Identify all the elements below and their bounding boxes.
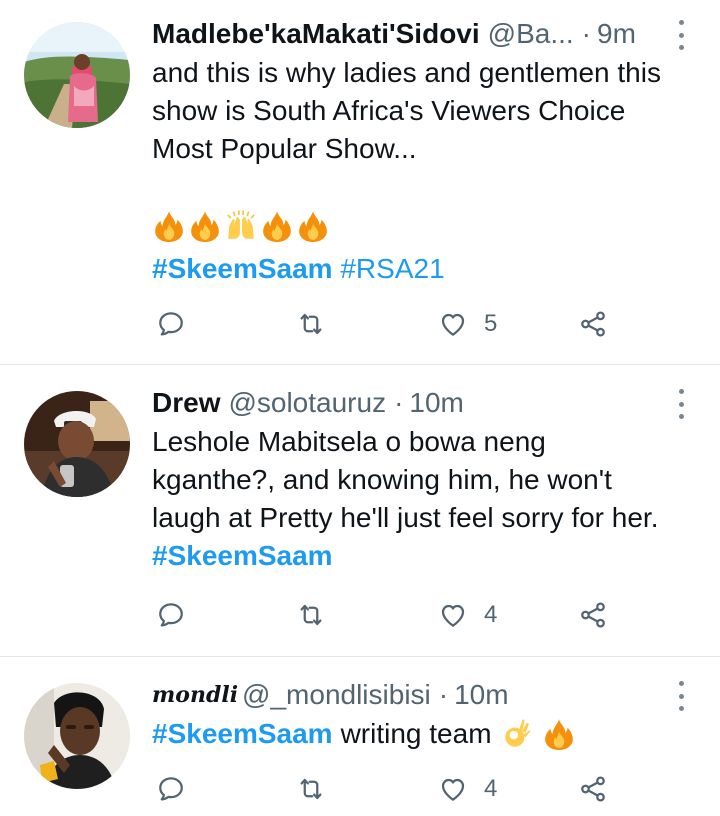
retweet-icon bbox=[296, 600, 326, 630]
reply-button[interactable] bbox=[156, 769, 186, 809]
like-icon bbox=[438, 309, 468, 339]
reply-icon bbox=[156, 774, 186, 804]
tweet-text-line: Most Popular Show... bbox=[152, 133, 417, 164]
separator-dot: · bbox=[394, 387, 404, 418]
ok-hand-emoji bbox=[500, 717, 534, 751]
retweet-button[interactable] bbox=[296, 595, 326, 635]
avatar-photo bbox=[24, 22, 130, 128]
retweet-icon bbox=[296, 309, 326, 339]
display-name[interactable]: Madlebe'kaMakati'Sidovi bbox=[152, 14, 480, 54]
timestamp[interactable]: 10m bbox=[454, 675, 508, 715]
timestamp[interactable]: 9m bbox=[597, 14, 636, 54]
tweet-actions: 4 bbox=[152, 769, 620, 809]
handle[interactable]: @_mondlisibisi bbox=[242, 675, 431, 715]
more-icon[interactable] bbox=[676, 681, 686, 711]
avatar-photo bbox=[24, 391, 130, 497]
share-button[interactable] bbox=[578, 304, 608, 344]
fire-emoji bbox=[188, 209, 222, 243]
display-name[interactable]: Drew bbox=[152, 383, 220, 423]
separator-dot: · bbox=[581, 18, 591, 49]
like-button[interactable]: 4 bbox=[438, 769, 497, 809]
reply-icon bbox=[156, 309, 186, 339]
tweet-text-line: Leshole Mabitsela o bowa neng bbox=[152, 426, 546, 457]
tweet-text-line: laugh at Pretty he'll just feel sorry fo… bbox=[152, 502, 659, 533]
share-button[interactable] bbox=[578, 769, 608, 809]
avatar[interactable] bbox=[24, 391, 130, 497]
tweet[interactable]: mondli @_mondlisibisi · 10m #SkeemSaam w… bbox=[0, 657, 720, 816]
fire-emoji bbox=[296, 209, 330, 243]
raising-hands-emoji bbox=[224, 209, 258, 243]
timestamp[interactable]: 10m bbox=[409, 383, 463, 423]
like-count: 5 bbox=[484, 310, 498, 337]
tweet-actions: 5 bbox=[152, 304, 620, 344]
like-button[interactable]: 4 bbox=[438, 595, 497, 635]
tweet-text: and this is why ladies and gentlemen thi… bbox=[152, 54, 712, 168]
like-count: 4 bbox=[484, 601, 498, 628]
hashtag-link[interactable]: #RSA21 bbox=[340, 253, 444, 284]
fire-emoji bbox=[152, 209, 186, 243]
like-button[interactable]: 5 bbox=[438, 304, 497, 344]
tweet-text-line: writing team bbox=[340, 718, 492, 749]
tweet-header: Madlebe'kaMakati'Sidovi @Ba... · 9m bbox=[152, 14, 660, 54]
reply-button[interactable] bbox=[156, 595, 186, 635]
retweet-icon bbox=[296, 774, 326, 804]
tweet-text-line: and this is why ladies and gentlemen thi… bbox=[152, 57, 661, 88]
hashtag-link[interactable]: #SkeemSaam bbox=[152, 715, 333, 753]
reply-button[interactable] bbox=[156, 304, 186, 344]
tweet-text-line: kganthe?, and knowing him, he won't bbox=[152, 464, 612, 495]
avatar[interactable] bbox=[24, 683, 130, 789]
tweet[interactable]: Madlebe'kaMakati'Sidovi @Ba... · 9m and … bbox=[0, 0, 720, 362]
retweet-button[interactable] bbox=[296, 304, 326, 344]
hashtag-link[interactable]: #SkeemSaam bbox=[152, 253, 333, 284]
like-icon bbox=[438, 600, 468, 630]
display-name[interactable]: mondli bbox=[152, 675, 238, 715]
share-icon bbox=[578, 600, 608, 630]
tweet[interactable]: Drew @solotauruz · 10m Leshole Mabitsela… bbox=[0, 365, 720, 655]
reply-icon bbox=[156, 600, 186, 630]
tweet-header: mondli @_mondlisibisi · 10m bbox=[152, 675, 660, 715]
share-icon bbox=[578, 309, 608, 339]
like-icon bbox=[438, 774, 468, 804]
share-icon bbox=[578, 774, 608, 804]
like-count: 4 bbox=[484, 775, 498, 802]
hashtags: #SkeemSaam #RSA21 bbox=[152, 250, 712, 288]
handle[interactable]: @solotauruz bbox=[228, 383, 386, 423]
more-icon[interactable] bbox=[676, 20, 686, 50]
tweet-actions: 4 bbox=[152, 595, 620, 635]
tweet-text: #SkeemSaam writing team bbox=[152, 715, 712, 753]
tweet-text-line: show is South Africa's Viewers Choice bbox=[152, 95, 626, 126]
avatar[interactable] bbox=[24, 22, 130, 128]
fire-emoji bbox=[542, 717, 576, 751]
tweet-text: Leshole Mabitsela o bowa neng kganthe?, … bbox=[152, 423, 712, 575]
avatar-photo bbox=[24, 683, 130, 789]
more-icon[interactable] bbox=[676, 389, 686, 419]
tweet-header: Drew @solotauruz · 10m bbox=[152, 383, 660, 423]
emoji-row bbox=[152, 206, 712, 246]
hashtag-link[interactable]: #SkeemSaam bbox=[152, 540, 333, 571]
fire-emoji bbox=[260, 209, 294, 243]
handle[interactable]: @Ba... bbox=[488, 14, 574, 54]
separator-dot: · bbox=[438, 679, 449, 710]
share-button[interactable] bbox=[578, 595, 608, 635]
retweet-button[interactable] bbox=[296, 769, 326, 809]
